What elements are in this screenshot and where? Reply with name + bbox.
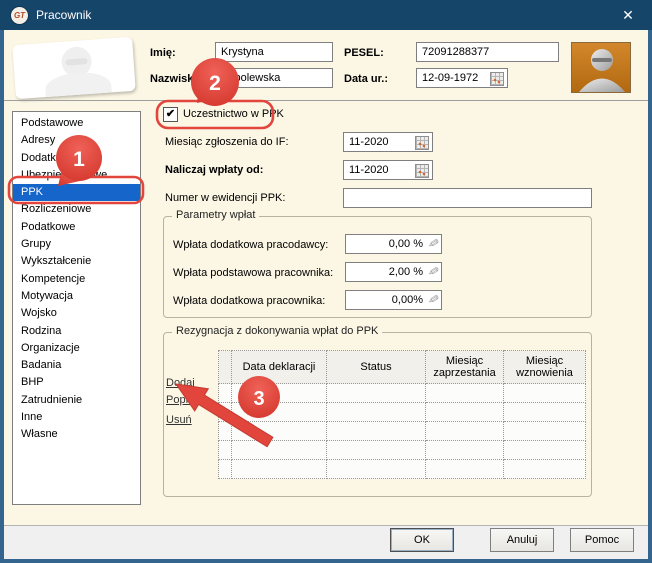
sidebar-item-inne[interactable]: Inne	[13, 409, 140, 426]
sidebar-item-ubezpieczeniowe[interactable]: Ubezpieczeniowe	[13, 167, 140, 184]
calc-from-field[interactable]: 11-2020	[343, 160, 433, 180]
cancel-button[interactable]: Anuluj	[490, 528, 554, 552]
employee-extra-label: Wpłata dodatkowa pracownika:	[173, 295, 325, 307]
col-stop-month: Miesiąc zaprzestania	[426, 351, 504, 384]
employee-basic-field[interactable]: 2,00 % ✎	[345, 262, 442, 282]
first-name-field[interactable]: Krystyna	[215, 42, 333, 62]
title-bar: GT Pracownik ✕	[0, 0, 652, 30]
sidebar-item-adresy[interactable]: Adresy	[13, 132, 140, 149]
calendar-icon[interactable]	[490, 72, 504, 86]
calc-from-label: Naliczaj wpłaty od:	[165, 164, 263, 176]
window-border-bottom	[0, 559, 652, 563]
pesel-field[interactable]: 72091288377	[416, 42, 559, 62]
sidebar-item-dodatkowe[interactable]: Dodatkowe	[13, 150, 140, 167]
payment-params-title: Parametry wpłat	[172, 209, 259, 221]
employee-extra-field[interactable]: 0,00% ✎	[345, 290, 442, 310]
sidebar-item-podatkowe[interactable]: Podatkowe	[13, 219, 140, 236]
resignation-title: Rezygnacja z dokonywania wpłat do PPK	[172, 325, 382, 337]
employee-basic-label: Wpłata podstawowa pracownika:	[173, 267, 333, 279]
sidebar-item-ppk[interactable]: PPK	[13, 184, 140, 201]
calendar-icon[interactable]	[415, 136, 429, 150]
col-resume-month: Miesiąc wznowienia	[504, 351, 586, 384]
window-border-right	[648, 30, 652, 563]
col-status: Status	[327, 351, 426, 384]
ppk-number-field[interactable]	[343, 188, 592, 208]
employer-extra-label: Wpłata dodatkowa pracodawcy:	[173, 239, 328, 251]
add-link[interactable]: Dodaj	[166, 377, 195, 389]
table-row[interactable]	[219, 460, 586, 479]
sidebar-item-motywacja[interactable]: Motywacja	[13, 288, 140, 305]
resignation-table[interactable]: Data deklaracji Status Miesiąc zaprzesta…	[218, 350, 586, 479]
last-name-label: Nazwisko:	[150, 73, 204, 85]
category-listbox: Podstawowe Adresy Dodatkowe Ubezpieczeni…	[12, 111, 141, 505]
calendar-icon[interactable]	[415, 164, 429, 178]
sidebar-item-wlasne[interactable]: Własne	[13, 426, 140, 443]
employer-extra-field[interactable]: 0,00 % ✎	[345, 234, 442, 254]
col-selector	[219, 351, 232, 384]
app-logo-icon: GT	[11, 7, 28, 24]
sidebar-item-badania[interactable]: Badania	[13, 357, 140, 374]
employee-dialog-window: GT Pracownik ✕ Imię: Krystyna Nazwisko: …	[0, 0, 652, 563]
sidebar-item-rozliczeniowe[interactable]: Rozliczeniowe	[13, 201, 140, 218]
ok-button[interactable]: OK	[390, 528, 454, 552]
ppk-number-label: Numer w ewidencji PPK:	[165, 192, 285, 204]
window-title: Pracownik	[36, 8, 91, 22]
sidebar-item-rodzina[interactable]: Rodzina	[13, 323, 140, 340]
sidebar-item-kompetencje[interactable]: Kompetencje	[13, 271, 140, 288]
first-name-label: Imię:	[150, 47, 176, 59]
help-button[interactable]: Pomoc	[570, 528, 634, 552]
report-month-label: Miesiąc zgłoszenia do IF:	[165, 136, 289, 148]
edit-link[interactable]: Popraw	[166, 394, 203, 406]
ppk-participation-label: Uczestnictwo w PPK	[183, 108, 284, 120]
last-name-field[interactable]: Sobolewska	[215, 68, 333, 88]
sidebar-item-bhp[interactable]: BHP	[13, 374, 140, 391]
employee-card-image	[12, 37, 135, 99]
table-row[interactable]	[219, 384, 586, 403]
employee-photo	[571, 42, 631, 93]
close-icon[interactable]: ✕	[614, 4, 642, 26]
window-border-left	[0, 30, 4, 563]
table-row[interactable]	[219, 422, 586, 441]
pesel-label: PESEL:	[344, 47, 384, 59]
header-separator	[4, 100, 648, 101]
report-month-field[interactable]: 11-2020	[343, 132, 433, 152]
table-row[interactable]	[219, 403, 586, 422]
sidebar-item-wojsko[interactable]: Wojsko	[13, 305, 140, 322]
ppk-participation-checkbox[interactable]: ✔	[163, 107, 178, 122]
table-header-row: Data deklaracji Status Miesiąc zaprzesta…	[219, 351, 586, 384]
sidebar-item-zatrudnienie[interactable]: Zatrudnienie	[13, 392, 140, 409]
col-declaration-date: Data deklaracji	[232, 351, 327, 384]
delete-link[interactable]: Usuń	[166, 414, 192, 426]
sidebar-item-organizacje[interactable]: Organizacje	[13, 340, 140, 357]
birth-date-field[interactable]: 12-09-1972	[416, 68, 508, 88]
sidebar-item-wyksztalcenie[interactable]: Wykształcenie	[13, 253, 140, 270]
sidebar-item-grupy[interactable]: Grupy	[13, 236, 140, 253]
birth-date-label: Data ur.:	[344, 73, 388, 85]
table-row[interactable]	[219, 441, 586, 460]
sidebar-item-podstawowe[interactable]: Podstawowe	[13, 115, 140, 132]
